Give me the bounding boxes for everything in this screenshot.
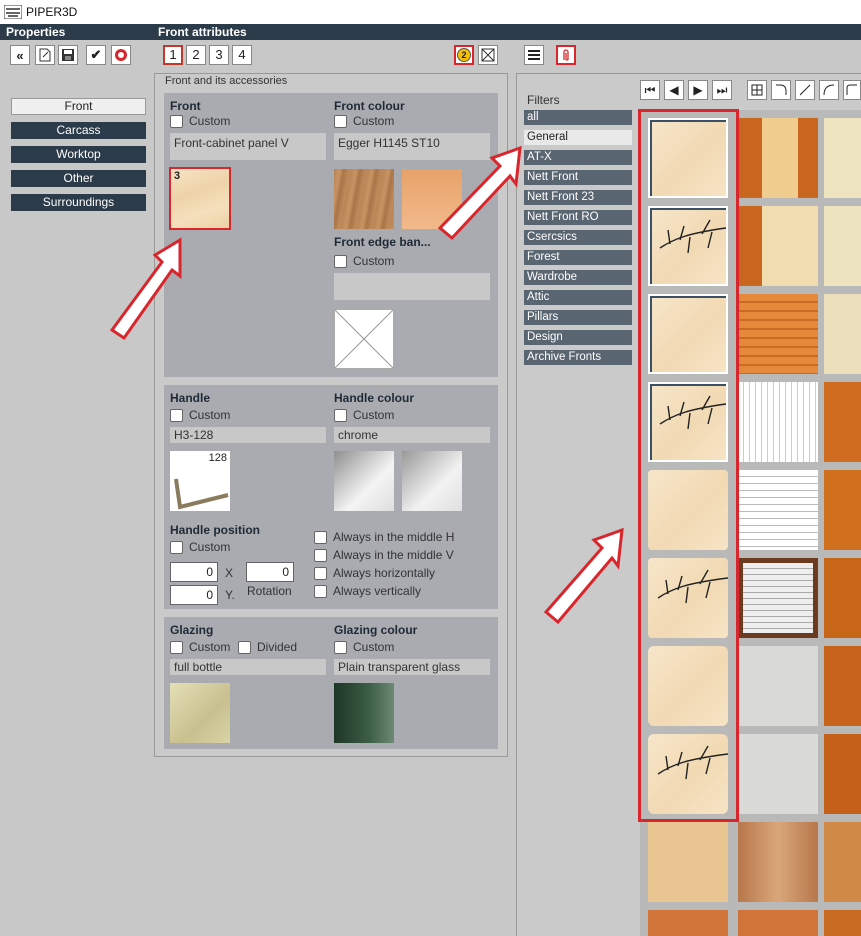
arrow-to-general-filter-icon (437, 145, 522, 241)
arrow-to-front-tile-icon (109, 237, 182, 341)
arrow-to-grid-icon (543, 527, 624, 625)
annotation-arrows (109, 145, 624, 625)
